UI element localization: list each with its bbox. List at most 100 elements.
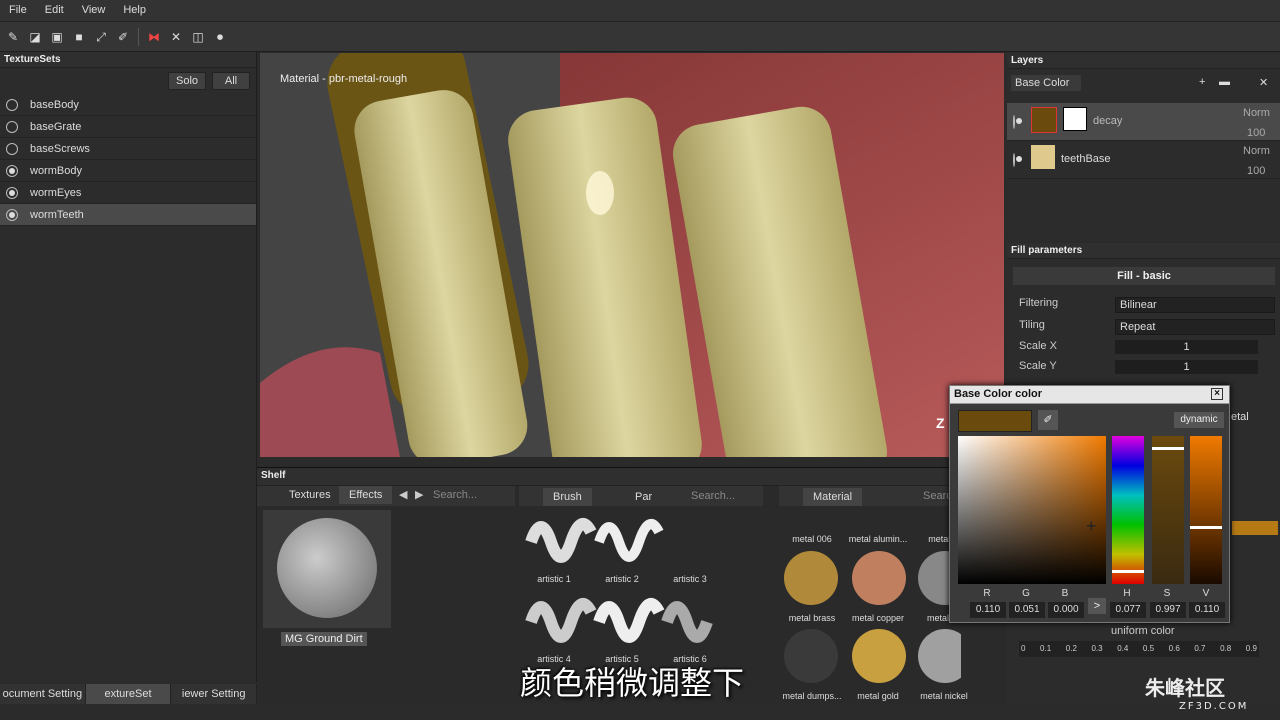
s-field[interactable]: 0.997 <box>1150 602 1186 618</box>
rgb-to-hsv-button[interactable]: > <box>1088 598 1106 614</box>
layer-opacity[interactable]: 100 <box>1247 127 1265 139</box>
folder-icon[interactable]: ▬ <box>1219 76 1230 88</box>
b-label: B <box>1061 588 1069 599</box>
texturesets-title: TextureSets <box>0 52 256 68</box>
layer-blend[interactable]: Norm <box>1243 107 1270 119</box>
tab-effects[interactable]: Effects <box>339 486 393 504</box>
visibility-toggle-icon[interactable] <box>6 98 18 111</box>
tiling-dropdown[interactable]: Repeat <box>1115 319 1275 335</box>
material-label[interactable]: metal gold <box>843 691 913 701</box>
material-label[interactable]: metal copper <box>843 613 913 623</box>
brush-search-input[interactable]: Search... <box>691 490 735 502</box>
menu-edit[interactable]: Edit <box>36 0 73 20</box>
s-label: S <box>1163 588 1171 599</box>
layer-opacity[interactable]: 100 <box>1247 165 1265 177</box>
b-field[interactable]: 0.000 <box>1048 602 1084 618</box>
view-2d3d-icon[interactable]: ◫ <box>189 28 207 46</box>
material-label[interactable]: metal nickel <box>909 691 979 701</box>
textureset-item[interactable]: baseGrate <box>0 116 256 138</box>
material-label[interactable]: metal brass <box>777 613 847 623</box>
saturation-value-area[interactable]: + <box>958 436 1106 584</box>
color-picker-dialog: Base Color color × ✐ dynamic + R G B H S … <box>949 385 1230 623</box>
layer-visibility-icon[interactable] <box>1013 153 1015 167</box>
visibility-toggle-icon[interactable] <box>6 142 18 155</box>
scale-y-slider[interactable]: 1 <box>1115 360 1258 374</box>
add-layer-icon[interactable]: + <box>1199 76 1205 88</box>
value-ruler[interactable]: 0 0.1 0.2 0.3 0.4 0.5 0.6 0.7 0.8 0.9 <box>1019 641 1259 657</box>
r-label: R <box>983 588 991 599</box>
visibility-toggle-icon[interactable] <box>6 208 18 221</box>
tab-textures[interactable]: Textures <box>279 486 341 504</box>
hue-handle[interactable] <box>1112 570 1144 573</box>
arrow-left-icon[interactable]: ◀ <box>399 488 407 501</box>
ruler-tick: 0.7 <box>1194 644 1206 653</box>
viewport-render <box>260 53 1004 457</box>
tab-brush[interactable]: Brush <box>543 488 592 506</box>
menu-help[interactable]: Help <box>114 0 155 20</box>
tab-material[interactable]: Material <box>803 488 863 506</box>
scale-y-row: Scale Y 1 <box>1019 360 1274 380</box>
dynamic-mode-button[interactable]: dynamic <box>1174 412 1224 428</box>
arrow-right-icon[interactable]: ▶ <box>415 488 423 501</box>
layer-row[interactable]: teethBase Norm 100 <box>1007 141 1280 179</box>
channel-dropdown[interactable]: Base Color <box>1011 75 1081 91</box>
textureset-item[interactable]: baseScrews <box>0 138 256 160</box>
r-field[interactable]: 0.110 <box>970 602 1006 618</box>
symmetry-axis-icon[interactable]: ✕ <box>167 28 185 46</box>
mask-thumbnail-icon[interactable] <box>1063 107 1087 131</box>
eraser-icon[interactable]: ◪ <box>26 28 44 46</box>
g-field[interactable]: 0.051 <box>1009 602 1045 618</box>
tiling-row: Tiling Repeat <box>1019 319 1275 339</box>
layer-blend[interactable]: Norm <box>1243 145 1270 157</box>
material-label[interactable]: metal dumps... <box>777 691 847 701</box>
filtering-dropdown[interactable]: Bilinear <box>1115 297 1275 313</box>
hue-slider[interactable] <box>1112 436 1144 584</box>
menu-view[interactable]: View <box>73 0 115 20</box>
tab-document-settings[interactable]: ocument Setting <box>0 684 86 704</box>
value-handle[interactable] <box>1190 526 1222 529</box>
saturation-slider[interactable] <box>1152 436 1184 584</box>
paint-brush-icon[interactable]: ✎ <box>4 28 22 46</box>
smudge-icon[interactable]: ⤢ <box>92 28 110 46</box>
fill-section-header[interactable]: Fill - basic <box>1013 267 1275 285</box>
layer-fill-swatch <box>1031 145 1055 169</box>
base-color-swatch[interactable] <box>1232 521 1278 535</box>
tab-particles[interactable]: Par <box>625 488 662 506</box>
camera-icon[interactable]: ⏺ <box>211 28 229 46</box>
v-field[interactable]: 0.110 <box>1189 602 1225 618</box>
watermark-brand: 朱峰社区 <box>1145 676 1225 700</box>
current-color-swatch <box>958 410 1032 432</box>
value-slider[interactable] <box>1190 436 1222 584</box>
tab-viewer-settings[interactable]: iewer Setting <box>171 684 258 704</box>
material-search-input[interactable]: Searc <box>923 490 952 502</box>
polygon-fill-icon[interactable]: ■ <box>70 28 88 46</box>
h-field[interactable]: 0.077 <box>1110 602 1146 618</box>
delete-layer-icon[interactable]: ✕ <box>1259 76 1268 89</box>
layer-row[interactable]: decay Norm 100 <box>1007 103 1280 141</box>
3d-viewport[interactable]: Material - pbr-metal-rough Z <box>260 53 1004 457</box>
layer-visibility-icon[interactable] <box>1013 115 1015 129</box>
all-button[interactable]: All <box>212 72 250 90</box>
shelf-search-input[interactable]: Search... <box>433 489 477 501</box>
symmetry-icon[interactable]: ⧓ <box>145 28 163 46</box>
visibility-toggle-icon[interactable] <box>6 186 18 199</box>
projection-icon[interactable]: ▣ <box>48 28 66 46</box>
ground-dirt-preview <box>277 518 377 618</box>
visibility-toggle-icon[interactable] <box>6 120 18 133</box>
visibility-toggle-icon[interactable] <box>6 164 18 177</box>
texture-thumbnail[interactable] <box>263 510 391 628</box>
color-picker-icon[interactable]: ✐ <box>114 28 132 46</box>
solo-button[interactable]: Solo <box>168 72 206 90</box>
menu-file[interactable]: File <box>0 0 36 20</box>
scale-x-slider[interactable]: 1 <box>1115 340 1258 354</box>
textureset-item[interactable]: wormEyes <box>0 182 256 204</box>
material-label[interactable]: metal 006 <box>777 534 847 544</box>
tab-textureset-settings[interactable]: extureSet <box>85 684 172 704</box>
textureset-item[interactable]: baseBody <box>0 94 256 116</box>
close-icon[interactable]: × <box>1211 388 1223 400</box>
textureset-item[interactable]: wormBody <box>0 160 256 182</box>
textureset-item[interactable]: wormTeeth <box>0 204 256 226</box>
material-label[interactable]: metal alumin... <box>843 534 913 544</box>
eyedropper-icon[interactable]: ✐ <box>1038 410 1058 430</box>
saturation-handle[interactable] <box>1152 447 1184 450</box>
